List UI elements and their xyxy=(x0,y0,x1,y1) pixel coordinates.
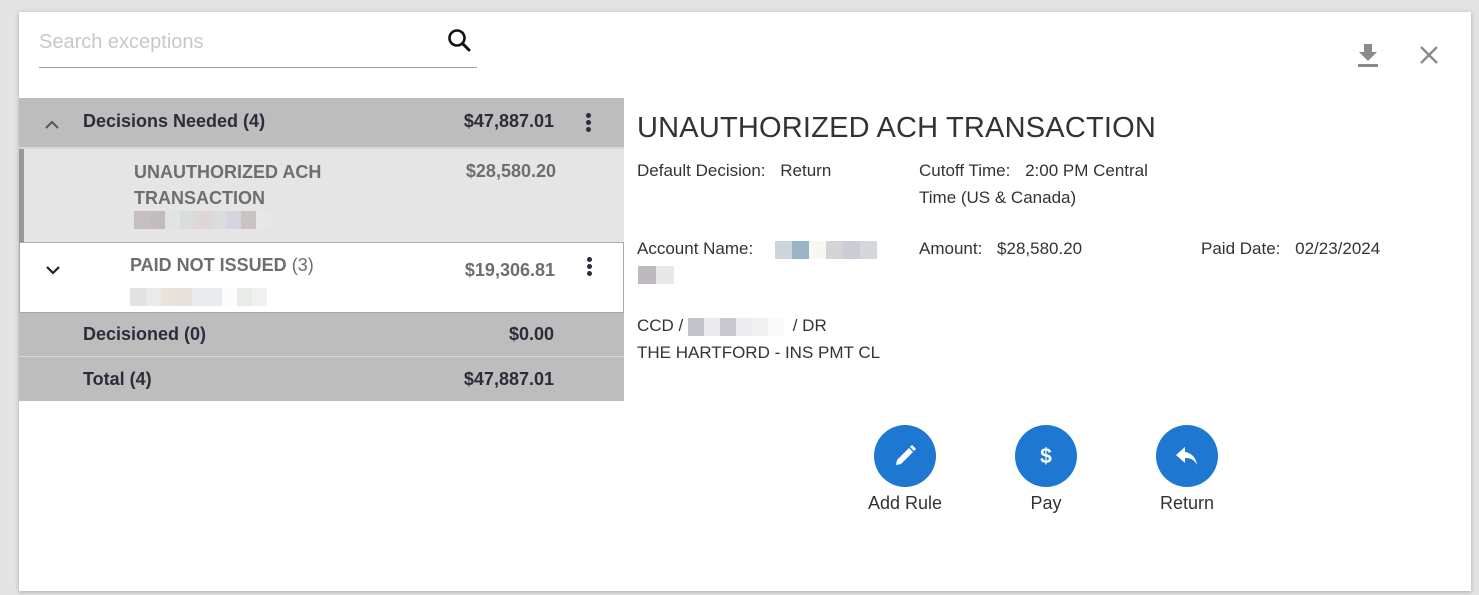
dollar-icon: $ xyxy=(1015,425,1077,487)
search-input[interactable] xyxy=(39,26,439,58)
item-title: UNAUTHORIZED ACH TRANSACTION xyxy=(134,162,322,208)
download-icon[interactable] xyxy=(1356,42,1380,68)
chevron-down-icon[interactable] xyxy=(44,263,62,277)
group-decisions-needed[interactable]: Decisions Needed (4) $47,887.01 xyxy=(19,98,624,149)
total-row: Total (4) $47,887.01 xyxy=(19,357,624,401)
paid-date-field: Paid Date: 02/23/2024 xyxy=(1201,235,1380,262)
list-item[interactable]: UNAUTHORIZED ACH TRANSACTION $28,580.20 xyxy=(19,149,624,243)
redacted-account-name-cont xyxy=(638,266,674,284)
decisioned-amount: $0.00 xyxy=(508,324,554,344)
item-amount: $19,306.81 xyxy=(464,260,555,280)
item-count: (3) xyxy=(291,255,314,275)
chevron-up-icon[interactable] xyxy=(43,117,61,131)
redacted-subtitle xyxy=(130,288,267,306)
pay-button[interactable]: $ Pay xyxy=(986,425,1106,514)
decisioned-row[interactable]: Decisioned (0) $0.00 xyxy=(19,313,624,357)
close-icon[interactable] xyxy=(1417,42,1441,68)
list-item[interactable]: PAID NOT ISSUED (3) $19,306.81 xyxy=(19,243,624,313)
amount-value: $28,580.20 xyxy=(997,239,1083,258)
search-icon[interactable] xyxy=(447,28,473,56)
return-button[interactable]: Return xyxy=(1127,425,1247,514)
cutoff-time-label: Cutoff Time: xyxy=(919,161,1011,180)
svg-text:$: $ xyxy=(1040,445,1052,468)
pay-label: Pay xyxy=(1030,493,1062,513)
add-rule-button[interactable]: Add Rule xyxy=(845,425,965,514)
redacted-entry-id-blocks xyxy=(688,318,784,336)
entry-type: / DR xyxy=(788,316,827,335)
exceptions-list: Decisions Needed (4) $47,887.01 UNAUTHOR… xyxy=(19,98,624,401)
group-amount: $47,887.01 xyxy=(463,111,554,131)
default-decision-label: Default Decision: xyxy=(637,161,766,180)
total-amount: $47,887.01 xyxy=(463,369,554,389)
default-decision-field: Default Decision: Return xyxy=(637,157,831,184)
exceptions-dialog: Decisions Needed (4) $47,887.01 UNAUTHOR… xyxy=(19,12,1471,591)
entry-description: THE HARTFORD - INS PMT CL xyxy=(637,343,881,362)
detail-title: UNAUTHORIZED ACH TRANSACTION xyxy=(637,112,1157,144)
total-label: Total (4) xyxy=(83,369,152,389)
more-options-icon[interactable] xyxy=(581,111,595,135)
more-options-icon[interactable] xyxy=(582,255,596,279)
reply-icon xyxy=(1156,425,1218,487)
account-name-label: Account Name: xyxy=(637,239,754,258)
default-decision-value: Return xyxy=(780,161,832,180)
item-title: PAID NOT ISSUED (3) xyxy=(130,252,314,278)
amount-field: Amount: $28,580.20 xyxy=(919,235,1082,262)
pencil-icon xyxy=(874,425,936,487)
account-name-field: Account Name: xyxy=(637,235,763,262)
item-amount: $28,580.20 xyxy=(465,161,556,181)
cutoff-time-value-cont: Time (US & Canada) xyxy=(919,188,1077,207)
decisioned-label: Decisioned (0) xyxy=(83,324,207,344)
group-label: Decisions Needed (4) xyxy=(83,111,266,131)
entry-class: CCD / xyxy=(637,316,688,335)
amount-label: Amount: xyxy=(919,239,983,258)
cutoff-time-field: Cutoff Time: 2:00 PM Central Time (US & … xyxy=(919,157,1148,211)
redacted-account-name xyxy=(775,241,877,259)
search-box xyxy=(39,26,477,68)
add-rule-label: Add Rule xyxy=(867,493,943,513)
paid-date-label: Paid Date: xyxy=(1201,239,1281,258)
item-title-text: PAID NOT ISSUED xyxy=(130,255,287,275)
return-label: Return xyxy=(1159,493,1215,513)
redacted-subtitle xyxy=(134,211,271,229)
paid-date-value: 02/23/2024 xyxy=(1295,239,1381,258)
cutoff-time-value: 2:00 PM Central xyxy=(1025,161,1148,180)
